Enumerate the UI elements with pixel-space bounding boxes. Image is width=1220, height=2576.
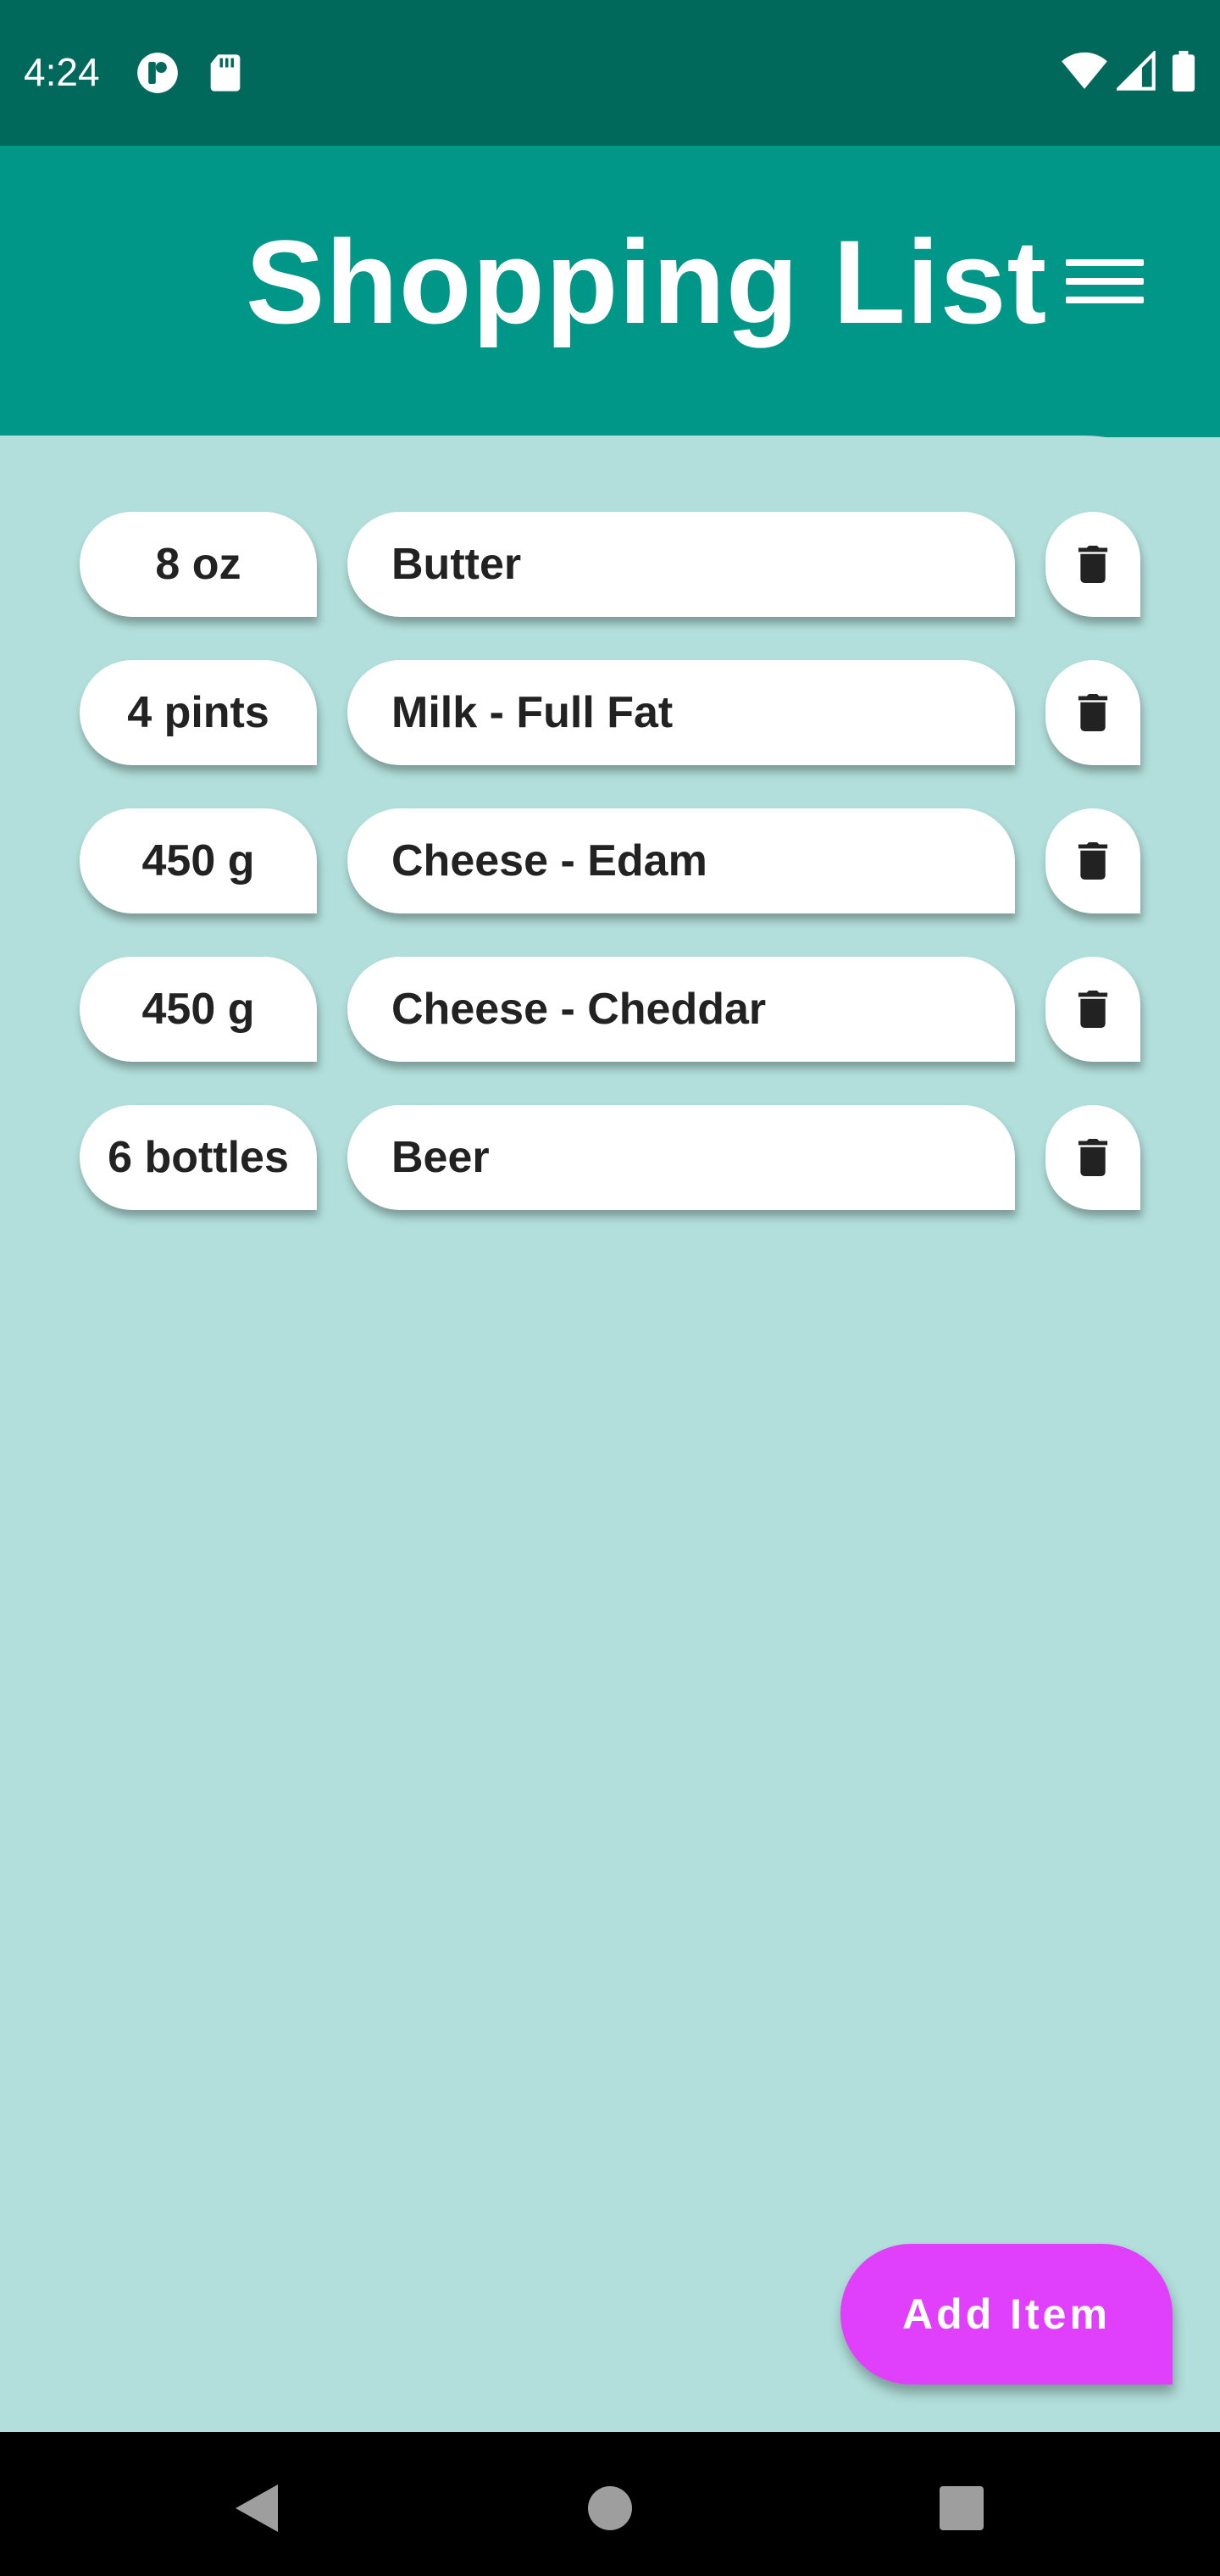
delete-button[interactable] [1045, 808, 1140, 913]
recents-icon[interactable] [919, 2466, 1004, 2551]
list-item: 450 g Cheese - Cheddar [0, 957, 1220, 1063]
item-name-chip[interactable]: Butter [347, 512, 1015, 617]
delete-button[interactable] [1045, 660, 1140, 765]
quantity-chip[interactable]: 450 g [80, 808, 317, 913]
list-item: 4 pints Milk - Full Fat [0, 660, 1220, 767]
trash-icon [1078, 842, 1108, 880]
item-name-chip[interactable]: Milk - Full Fat [347, 660, 1015, 765]
status-bar: 4:24 [0, 0, 1220, 146]
trash-icon [1078, 1139, 1108, 1176]
home-icon[interactable] [568, 2466, 652, 2551]
item-name-chip[interactable]: Cheese - Edam [347, 808, 1015, 913]
back-icon[interactable] [212, 2466, 297, 2551]
hamburger-menu-icon[interactable] [1057, 239, 1152, 324]
quantity-chip[interactable]: 4 pints [80, 660, 317, 765]
list-item: 6 bottles Beer [0, 1105, 1220, 1212]
quantity-chip[interactable]: 6 bottles [80, 1105, 317, 1210]
list-item: 8 oz Butter [0, 512, 1220, 619]
page-title: Shopping List [246, 215, 1048, 348]
item-name-chip[interactable]: Beer [347, 1105, 1015, 1210]
trash-icon [1078, 546, 1108, 583]
trash-icon [1078, 991, 1108, 1028]
list-item: 450 g Cheese - Edam [0, 808, 1220, 915]
quantity-chip[interactable]: 8 oz [80, 512, 317, 617]
app-bar: Shopping List [0, 146, 1220, 437]
shopping-list: 8 oz Butter 4 pints Milk - Full Fat 450 … [0, 436, 1220, 2432]
wifi-icon [1062, 52, 1107, 89]
app-screen: 4:24 Shopping List 8 oz Butter 4 pints M… [0, 0, 1220, 2576]
quantity-chip[interactable]: 450 g [80, 957, 317, 1062]
navigation-bar [0, 2432, 1220, 2576]
delete-button[interactable] [1045, 1105, 1140, 1210]
battery-icon [1172, 51, 1195, 92]
add-item-button[interactable]: Add Item [840, 2244, 1173, 2384]
item-name-chip[interactable]: Cheese - Cheddar [347, 957, 1015, 1062]
delete-button[interactable] [1045, 957, 1140, 1062]
trash-icon [1078, 694, 1108, 731]
sd-card-icon [210, 54, 241, 92]
delete-button[interactable] [1045, 512, 1140, 617]
status-time: 4:24 [24, 50, 100, 94]
circle-app-icon [137, 53, 178, 93]
signal-icon [1117, 51, 1156, 91]
